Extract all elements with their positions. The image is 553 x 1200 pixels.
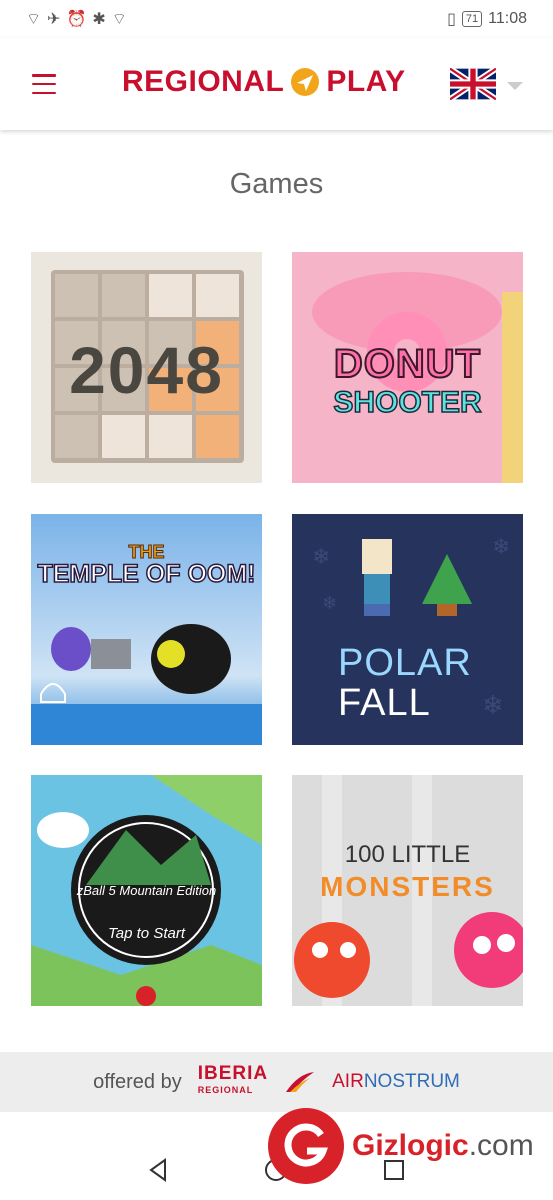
game-title-monsters-text: MONSTERS bbox=[320, 871, 495, 902]
iberia-text: IBERIA bbox=[197, 1063, 269, 1084]
game-title-100-little: 100 LITTLE bbox=[344, 841, 471, 868]
back-icon[interactable] bbox=[143, 1154, 175, 1186]
language-dropdown-chevron-icon[interactable] bbox=[507, 82, 523, 90]
svg-text:❄: ❄ bbox=[312, 544, 330, 569]
game-title-fall: FALL bbox=[338, 682, 431, 724]
iberia-subtext: REGIONAL bbox=[197, 1085, 254, 1095]
game-title-polar: POLAR bbox=[338, 642, 472, 684]
game-title-shooter: SHOOTER bbox=[333, 385, 483, 420]
wifi-calling-icon: ⌔ bbox=[111, 11, 127, 28]
gizlogic-logo-icon bbox=[268, 1108, 344, 1184]
logo-text-left: REGIONAL bbox=[122, 65, 285, 98]
game-title-donut: DONUT bbox=[333, 341, 482, 387]
game-tile-donut-shooter[interactable]: DONUT SHOOTER bbox=[292, 252, 523, 483]
game-tile-zball-5[interactable]: zBall 5 Mountain Edition Tap to Start bbox=[31, 775, 262, 1006]
bluetooth-icon: ✱ bbox=[92, 11, 106, 28]
gizlogic-wordmark: Gizlogic.com bbox=[352, 1129, 534, 1163]
game-title-2048: 2048 bbox=[69, 333, 224, 407]
gizlogic-watermark: Gizlogic.com bbox=[268, 1108, 534, 1184]
game-title-monsters: MONSTERS bbox=[292, 871, 523, 903]
vibrate-icon: ▯ bbox=[447, 11, 456, 28]
airplane-icon: ✈ bbox=[47, 11, 61, 28]
status-icons-left: ⌔ ✈ ⏰ ✱ ⌔ bbox=[26, 9, 127, 29]
air-nostrum-text-a: AIR bbox=[332, 1071, 364, 1092]
app-header: REGIONAL PLAY bbox=[0, 38, 553, 130]
game-tile-2048[interactable]: 2048 bbox=[31, 252, 262, 483]
hamburger-menu-icon[interactable] bbox=[32, 74, 56, 94]
game-tile-temple-of-oom[interactable]: THE TEMPLE OF OOM! bbox=[31, 514, 262, 745]
alarm-icon: ⏰ bbox=[66, 11, 87, 28]
status-icons-right: ▯ 71 11:08 bbox=[447, 9, 527, 29]
wifi-icon: ⌔ bbox=[26, 11, 42, 28]
battery-indicator: 71 bbox=[461, 11, 483, 27]
game-tile-100-little-monsters[interactable]: 100 LITTLE MONSTERS bbox=[292, 775, 523, 1006]
game-title-tap-to-start: Tap to Start bbox=[108, 925, 185, 942]
status-bar: ⌔ ✈ ⏰ ✱ ⌔ ▯ 71 11:08 bbox=[0, 0, 553, 38]
logo-mark-icon bbox=[291, 68, 320, 96]
air-nostrum-logo: AIRNOSTRUM bbox=[332, 1071, 460, 1093]
svg-text:❄: ❄ bbox=[492, 534, 510, 559]
game-title-zball: zBall 5 Mountain Edition bbox=[76, 883, 217, 898]
page-title: Games bbox=[229, 168, 324, 200]
offered-by-label: offered by bbox=[93, 1070, 182, 1093]
svg-text:❄: ❄ bbox=[322, 593, 337, 613]
air-nostrum-text-b: NOSTRUM bbox=[363, 1071, 460, 1092]
offered-by-banner: offered by IBERIA REGIONAL AIRNOSTRUM bbox=[0, 1052, 553, 1112]
iberia-regional-logo: IBERIA REGIONAL bbox=[197, 1063, 269, 1098]
svg-text:❄: ❄ bbox=[482, 690, 504, 720]
game-title-temple: TEMPLE OF OOM! bbox=[37, 559, 257, 589]
game-tile-polar-fall[interactable]: ❄ ❄ ❄ ❄ POLAR FALL bbox=[292, 514, 523, 745]
clock: 11:08 bbox=[488, 10, 527, 27]
iberia-swoosh-icon bbox=[286, 1072, 315, 1092]
gizlogic-name: Gizlogic bbox=[352, 1129, 469, 1162]
regional-play-logo[interactable]: REGIONAL PLAY bbox=[122, 65, 406, 99]
gizlogic-suffix: .com bbox=[468, 1129, 534, 1162]
uk-flag-icon[interactable] bbox=[450, 68, 496, 100]
logo-text-right: PLAY bbox=[326, 65, 406, 98]
